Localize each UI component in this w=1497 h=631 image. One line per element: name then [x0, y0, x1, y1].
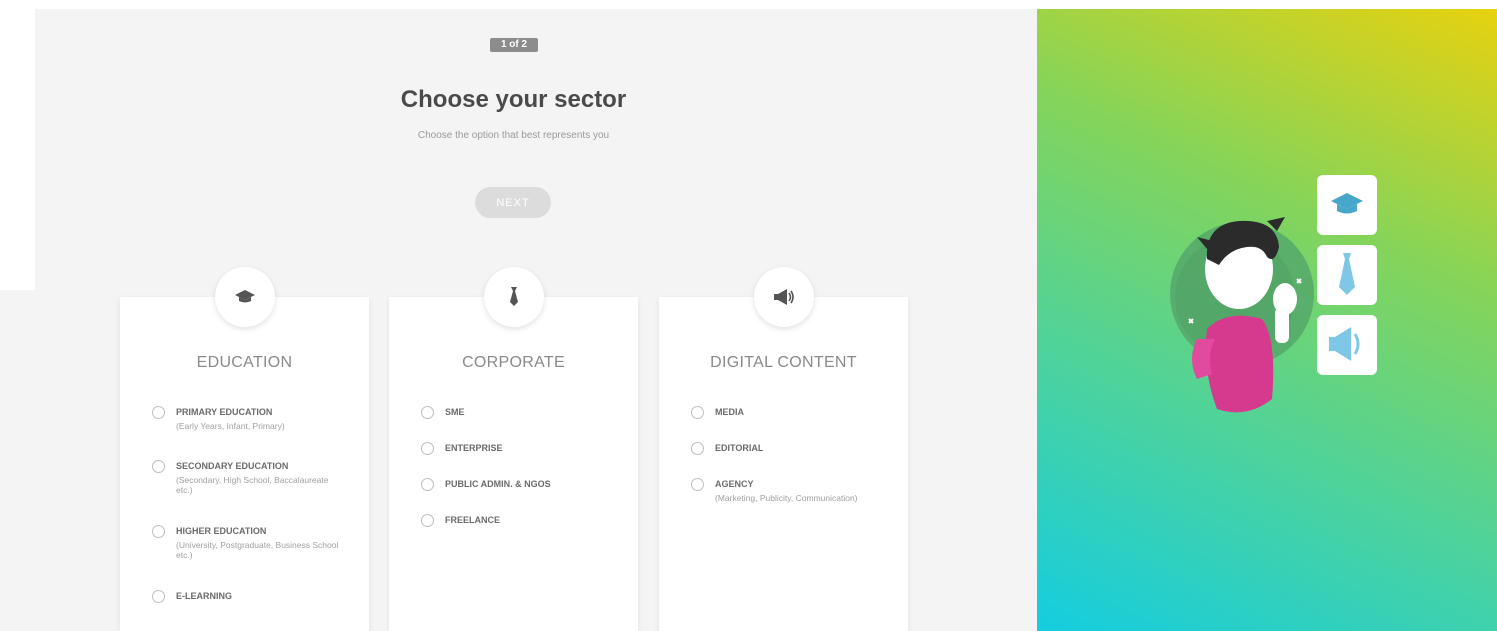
education-title: EDUCATION	[196, 354, 293, 371]
radio-button[interactable]	[152, 460, 165, 473]
radio-button[interactable]	[152, 525, 165, 538]
radio-button[interactable]	[691, 406, 704, 419]
corporate-card: CORPORATE SME ENTERPRISE PUBLIC ADMIN. &…	[389, 267, 638, 631]
next-button[interactable]: NEXT	[475, 187, 551, 218]
person-illustration	[1170, 175, 1377, 413]
page-title: Choose your sector	[400, 86, 627, 113]
radio-button[interactable]	[691, 478, 704, 491]
megaphone-icon	[754, 267, 814, 327]
graduation-cap-icon	[215, 267, 275, 327]
radio-button[interactable]	[421, 478, 434, 491]
radio-button[interactable]	[421, 442, 434, 455]
radio-button[interactable]	[421, 406, 434, 419]
digital-content-title: DIGITAL CONTENT	[710, 354, 857, 371]
illustration-panel	[1037, 9, 1497, 631]
radio-button[interactable]	[152, 590, 165, 603]
corporate-title: CORPORATE	[462, 354, 565, 371]
digital-content-card: DIGITAL CONTENT MEDIA EDITORIAL AGENCY (…	[659, 267, 908, 631]
education-card: EDUCATION PRIMARY EDUCATION (Early Years…	[120, 267, 369, 631]
tie-icon	[484, 267, 544, 327]
radio-button[interactable]	[691, 442, 704, 455]
step-indicator: 1 of 2	[490, 38, 538, 52]
radio-button[interactable]	[421, 514, 434, 527]
radio-button[interactable]	[152, 406, 165, 419]
page-subtitle: Choose the option that best represents y…	[417, 130, 610, 141]
